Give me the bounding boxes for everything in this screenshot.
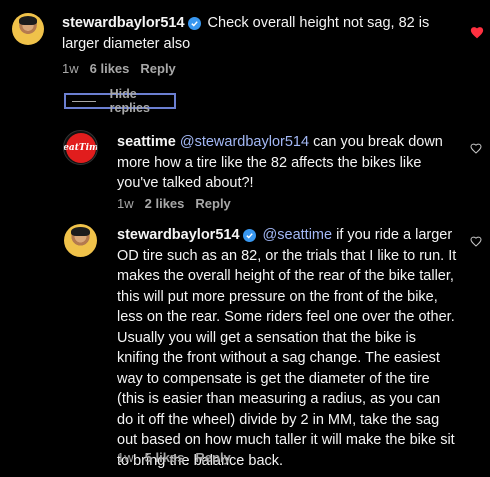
hide-replies-button[interactable]: Hide replies [64, 87, 176, 115]
reply-body: if you ride a larger OD tire such as an … [117, 227, 457, 469]
heart-icon[interactable] [470, 143, 482, 154]
avatar[interactable]: SeatTime [63, 130, 98, 165]
divider [72, 100, 96, 102]
likes-count[interactable]: 2 likes [145, 196, 185, 211]
likes-count[interactable]: 5 likes [145, 450, 185, 465]
username[interactable]: stewardbaylor514 [117, 227, 240, 243]
likes-count[interactable]: 6 likes [90, 61, 130, 76]
mention-link[interactable]: @stewardbaylor514 [180, 134, 309, 150]
avatar[interactable] [64, 224, 97, 257]
comment-meta: 1w 6 likes Reply [62, 61, 187, 76]
verified-badge-icon [242, 229, 256, 242]
reply-text: seattime @stewardbaylor514 can you break… [117, 132, 457, 194]
reply-meta: 1w 5 likes Reply [117, 450, 242, 465]
reply-meta: 1w 2 likes Reply [117, 196, 242, 211]
timestamp: 1w [117, 450, 134, 465]
comment-text: stewardbaylor514 Check overall height no… [62, 13, 457, 54]
timestamp: 1w [62, 61, 79, 76]
verified-badge-icon [187, 17, 201, 30]
reply-button[interactable]: Reply [140, 61, 175, 76]
timestamp: 1w [117, 196, 134, 211]
hide-replies-label: Hide replies [109, 87, 150, 115]
seattime-logo: SeatTime [64, 132, 97, 163]
heart-icon[interactable] [470, 26, 484, 39]
username[interactable]: stewardbaylor514 [62, 15, 185, 31]
reply-button[interactable]: Reply [195, 196, 230, 211]
heart-icon[interactable] [470, 236, 482, 247]
reply-button[interactable]: Reply [195, 450, 230, 465]
username[interactable]: seattime [117, 134, 176, 150]
mention-link[interactable]: @seattime [263, 227, 333, 243]
reply-text: stewardbaylor514 @seattime if you ride a… [117, 225, 457, 471]
avatar[interactable] [12, 13, 44, 45]
